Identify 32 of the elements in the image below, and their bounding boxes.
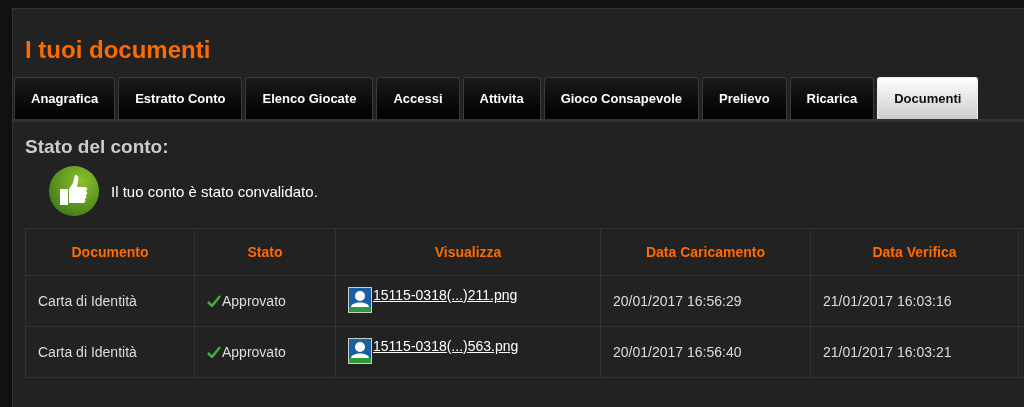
column-header: Documento bbox=[71, 244, 149, 260]
table-cell: Carta di Identità bbox=[38, 344, 137, 360]
check-icon bbox=[207, 294, 221, 307]
tab[interactable]: Accessi bbox=[376, 77, 460, 119]
tab[interactable]: Gioco Consapevole bbox=[543, 77, 699, 119]
table-cell: 20/01/2017 16:56:40 bbox=[613, 344, 742, 360]
tab[interactable]: Anagrafica bbox=[14, 77, 116, 119]
table-cell: 21/01/2017 16:03:16 bbox=[823, 293, 952, 309]
id-card-icon bbox=[348, 286, 372, 313]
tab[interactable]: Ricarica bbox=[789, 77, 875, 119]
column-header: Data Verifica bbox=[872, 244, 957, 260]
tab[interactable]: Attivita bbox=[462, 77, 541, 119]
thumbs-up-icon bbox=[49, 166, 99, 216]
file-link[interactable]: 15115-0318(...)211.png bbox=[373, 286, 518, 303]
status-message: Il tuo conto è stato convalidato. bbox=[111, 182, 318, 200]
tab[interactable]: Elenco Giocate bbox=[245, 77, 374, 119]
table-cell: Approvato bbox=[222, 343, 286, 360]
tab[interactable]: Estratto Conto bbox=[118, 77, 243, 119]
page-title: I tuoi documenti bbox=[24, 35, 212, 65]
section-heading: Stato del conto: bbox=[25, 136, 170, 158]
table-cell: Approvato bbox=[222, 292, 286, 309]
table-cell: Carta di Identità bbox=[38, 293, 137, 309]
column-header: Data Caricamento bbox=[645, 244, 765, 260]
table-cell: 20/01/2017 16:56:29 bbox=[613, 293, 742, 309]
tab[interactable]: Documenti bbox=[877, 77, 979, 119]
column-header: Stato bbox=[247, 244, 283, 260]
tab[interactable]: Prelievo bbox=[702, 77, 787, 119]
id-card-icon bbox=[348, 337, 372, 364]
table-cell: 21/01/2017 16:03:21 bbox=[823, 344, 952, 360]
check-icon bbox=[207, 345, 221, 358]
file-link[interactable]: 15115-0318(...)563.png bbox=[373, 337, 519, 354]
column-header: Visualizza bbox=[434, 244, 502, 260]
